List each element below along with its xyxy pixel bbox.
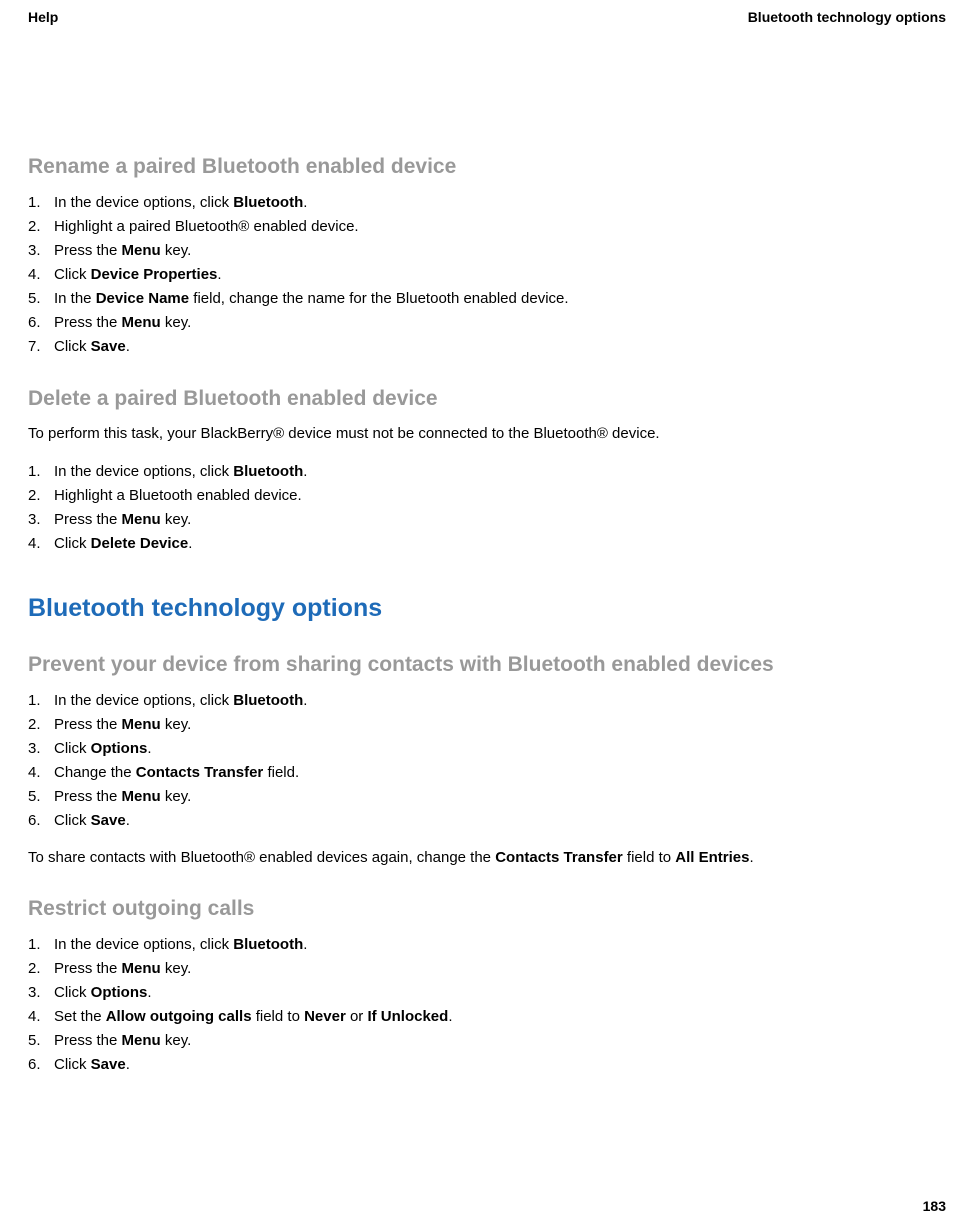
heading-delete: Delete a paired Bluetooth enabled device	[28, 387, 946, 411]
header-left: Help	[28, 9, 58, 25]
list-item: Click Options.	[28, 737, 946, 761]
list-item: Press the Menu key.	[28, 1029, 946, 1053]
list-item: Press the Menu key.	[28, 239, 946, 263]
heading-bluetooth-options: Bluetooth technology options	[28, 594, 946, 623]
list-item: Click Save.	[28, 335, 946, 359]
section-prevent: Prevent your device from sharing contact…	[28, 653, 946, 870]
list-item: Click Options.	[28, 981, 946, 1005]
restrict-steps: In the device options, click Bluetooth. …	[28, 933, 946, 1077]
page-number: 183	[923, 1198, 946, 1214]
list-item: Click Save.	[28, 1053, 946, 1077]
prevent-outro: To share contacts with Bluetooth® enable…	[28, 847, 946, 870]
list-item: Press the Menu key.	[28, 311, 946, 335]
page-content: Rename a paired Bluetooth enabled device…	[28, 25, 946, 1077]
delete-steps: In the device options, click Bluetooth. …	[28, 460, 946, 556]
heading-rename: Rename a paired Bluetooth enabled device	[28, 155, 946, 179]
section-rename: Rename a paired Bluetooth enabled device…	[28, 155, 946, 359]
list-item: Click Save.	[28, 809, 946, 833]
list-item: Press the Menu key.	[28, 785, 946, 809]
list-item: In the device options, click Bluetooth.	[28, 689, 946, 713]
rename-steps: In the device options, click Bluetooth. …	[28, 191, 946, 359]
heading-prevent: Prevent your device from sharing contact…	[28, 653, 946, 677]
list-item: Press the Menu key.	[28, 713, 946, 737]
list-item: Press the Menu key.	[28, 508, 946, 532]
list-item: Set the Allow outgoing calls field to Ne…	[28, 1005, 946, 1029]
list-item: In the device options, click Bluetooth.	[28, 460, 946, 484]
prevent-steps: In the device options, click Bluetooth. …	[28, 689, 946, 833]
heading-restrict: Restrict outgoing calls	[28, 897, 946, 921]
list-item: Change the Contacts Transfer field.	[28, 761, 946, 785]
list-item: Press the Menu key.	[28, 957, 946, 981]
list-item: Click Device Properties.	[28, 263, 946, 287]
list-item: Highlight a Bluetooth enabled device.	[28, 484, 946, 508]
list-item: In the device options, click Bluetooth.	[28, 191, 946, 215]
header-right: Bluetooth technology options	[748, 9, 946, 25]
page-header: Help Bluetooth technology options	[28, 0, 946, 25]
list-item: Highlight a paired Bluetooth® enabled de…	[28, 215, 946, 239]
list-item: Click Delete Device.	[28, 532, 946, 556]
delete-intro: To perform this task, your BlackBerry® d…	[28, 423, 946, 446]
section-delete: Delete a paired Bluetooth enabled device…	[28, 387, 946, 556]
section-restrict: Restrict outgoing calls In the device op…	[28, 897, 946, 1077]
list-item: In the device options, click Bluetooth.	[28, 933, 946, 957]
list-item: In the Device Name field, change the nam…	[28, 287, 946, 311]
